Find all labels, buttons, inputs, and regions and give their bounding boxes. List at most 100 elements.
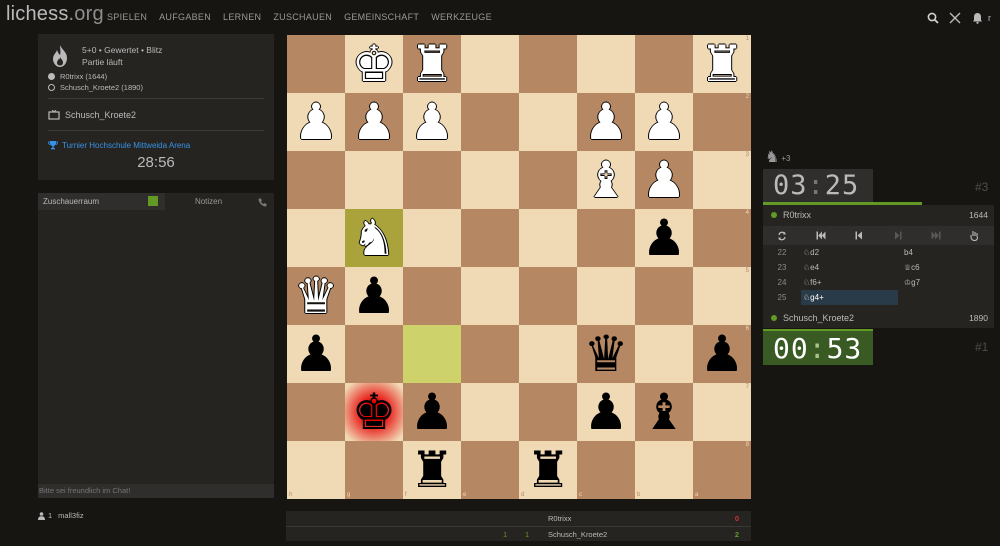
square-c4[interactable] xyxy=(577,209,635,267)
nav-tools[interactable]: WERKZEUGE xyxy=(431,12,492,22)
move-white[interactable]: ♘f6+ xyxy=(801,275,898,290)
square-c7[interactable]: ♟ xyxy=(577,383,635,441)
move-white[interactable]: ♘d2 xyxy=(801,245,898,260)
player-top-row[interactable]: R0trixx 1644 xyxy=(763,205,994,225)
white-pawn[interactable]: ♟ xyxy=(410,93,455,151)
black-rook[interactable]: ♜ xyxy=(410,441,455,499)
white-queen[interactable]: ♛ xyxy=(294,267,339,325)
square-f7[interactable]: ♟ xyxy=(403,383,461,441)
square-a4[interactable]: 4 xyxy=(693,209,751,267)
white-pawn[interactable]: ♟ xyxy=(642,151,687,209)
nav-puzzles[interactable]: AUFGABEN xyxy=(159,12,211,22)
square-h3[interactable] xyxy=(287,151,345,209)
square-c3[interactable]: ♝ xyxy=(577,151,635,209)
white-bishop[interactable]: ♝ xyxy=(584,151,629,209)
square-d5[interactable] xyxy=(519,267,577,325)
next-move-icon[interactable] xyxy=(879,226,918,245)
square-e2[interactable] xyxy=(461,93,519,151)
notification-bell-icon[interactable] xyxy=(966,10,988,26)
square-h7[interactable] xyxy=(287,383,345,441)
square-c6[interactable]: ♛ xyxy=(577,325,635,383)
crosstable-player[interactable]: Schusch_Kroete2 xyxy=(548,530,607,539)
square-a1[interactable]: ♜ 1 xyxy=(693,35,751,93)
tournament-link[interactable]: Turnier Hochschule Mittweida Arena xyxy=(48,140,190,150)
square-g2[interactable]: ♟ xyxy=(345,93,403,151)
black-pawn[interactable]: ♟ xyxy=(410,383,455,441)
square-a8[interactable]: 8a xyxy=(693,441,751,499)
square-a7[interactable]: 7 xyxy=(693,383,751,441)
spectator-names[interactable]: mall3fiz xyxy=(58,511,83,520)
square-b5[interactable] xyxy=(635,267,693,325)
user-menu[interactable]: r xyxy=(988,10,1000,26)
white-king[interactable]: ♚ xyxy=(352,35,397,93)
black-king[interactable]: ♚ xyxy=(352,383,397,441)
square-e1[interactable] xyxy=(461,35,519,93)
square-e5[interactable] xyxy=(461,267,519,325)
move-white[interactable]: ♘e4 xyxy=(801,260,898,275)
square-g7[interactable]: ♚ xyxy=(345,383,403,441)
white-rook[interactable]: ♜ xyxy=(700,35,745,93)
search-icon[interactable] xyxy=(922,10,944,26)
square-e8[interactable]: e xyxy=(461,441,519,499)
flip-board-icon[interactable] xyxy=(763,226,802,245)
white-pawn[interactable]: ♟ xyxy=(352,93,397,151)
black-pawn[interactable]: ♟ xyxy=(584,383,629,441)
square-f2[interactable]: ♟ xyxy=(403,93,461,151)
square-f3[interactable] xyxy=(403,151,461,209)
voice-chat-icon[interactable] xyxy=(252,193,274,210)
black-pawn[interactable]: ♟ xyxy=(642,209,687,267)
chess-board[interactable]: ♚ ♜ ♜ 1 ♟ ♟ ♟ ♟ ♟ 2 ♝ ♟ 3 ♞ ♟ 4 ♛ ♟ 5 ♟ ♛ ♟ 6 ♚ ♟ ♟ ♝ 7 h g ♜ f e ♜ d c b 8 a xyxy=(287,35,751,499)
challenge-swords-icon[interactable] xyxy=(944,10,966,26)
player-white-row[interactable]: R0trixx (1644) xyxy=(48,72,107,81)
team-row[interactable]: Schusch_Kroete2 xyxy=(48,110,136,120)
square-f4[interactable] xyxy=(403,209,461,267)
square-d4[interactable] xyxy=(519,209,577,267)
move-black[interactable] xyxy=(902,290,994,305)
square-c1[interactable] xyxy=(577,35,635,93)
square-h4[interactable] xyxy=(287,209,345,267)
square-e3[interactable] xyxy=(461,151,519,209)
square-g3[interactable] xyxy=(345,151,403,209)
black-pawn[interactable]: ♟ xyxy=(294,325,339,383)
square-d3[interactable] xyxy=(519,151,577,209)
square-b8[interactable]: b xyxy=(635,441,693,499)
last-move-icon[interactable] xyxy=(917,226,956,245)
black-bishop[interactable]: ♝ xyxy=(642,383,687,441)
square-f6[interactable] xyxy=(403,325,461,383)
white-pawn[interactable]: ♟ xyxy=(294,93,339,151)
square-b6[interactable] xyxy=(635,325,693,383)
square-a2[interactable]: 2 xyxy=(693,93,751,151)
square-g6[interactable] xyxy=(345,325,403,383)
square-b4[interactable]: ♟ xyxy=(635,209,693,267)
square-b3[interactable]: ♟ xyxy=(635,151,693,209)
square-c8[interactable]: c xyxy=(577,441,635,499)
black-pawn[interactable]: ♟ xyxy=(700,325,745,383)
square-e7[interactable] xyxy=(461,383,519,441)
analysis-hand-icon[interactable] xyxy=(956,226,995,245)
move-white-active[interactable]: ♘g4+ xyxy=(801,290,898,305)
site-logo[interactable]: lichess.org xyxy=(6,3,104,26)
square-g1[interactable]: ♚ xyxy=(345,35,403,93)
square-a3[interactable]: 3 xyxy=(693,151,751,209)
square-h6[interactable]: ♟ xyxy=(287,325,345,383)
player-bottom-row[interactable]: Schusch_Kroete2 1890 xyxy=(763,308,994,328)
nav-community[interactable]: GEMEINSCHAFT xyxy=(344,12,419,22)
square-a6[interactable]: ♟ 6 xyxy=(693,325,751,383)
square-d7[interactable] xyxy=(519,383,577,441)
crosstable-cell[interactable]: 1 xyxy=(525,530,529,539)
square-g5[interactable]: ♟ xyxy=(345,267,403,325)
square-d6[interactable] xyxy=(519,325,577,383)
nav-learn[interactable]: LERNEN xyxy=(223,12,261,22)
square-c5[interactable] xyxy=(577,267,635,325)
square-g4[interactable]: ♞ xyxy=(345,209,403,267)
white-rook[interactable]: ♜ xyxy=(410,35,455,93)
move-black[interactable]: b4 xyxy=(902,245,994,260)
square-f8[interactable]: ♜ f xyxy=(403,441,461,499)
nav-play[interactable]: SPIELEN xyxy=(107,12,147,22)
crosstable-cell[interactable]: 1 xyxy=(503,530,507,539)
prev-move-icon[interactable] xyxy=(840,226,879,245)
black-pawn[interactable]: ♟ xyxy=(352,267,397,325)
nav-watch[interactable]: ZUSCHAUEN xyxy=(273,12,332,22)
square-b2[interactable]: ♟ xyxy=(635,93,693,151)
square-c2[interactable]: ♟ xyxy=(577,93,635,151)
